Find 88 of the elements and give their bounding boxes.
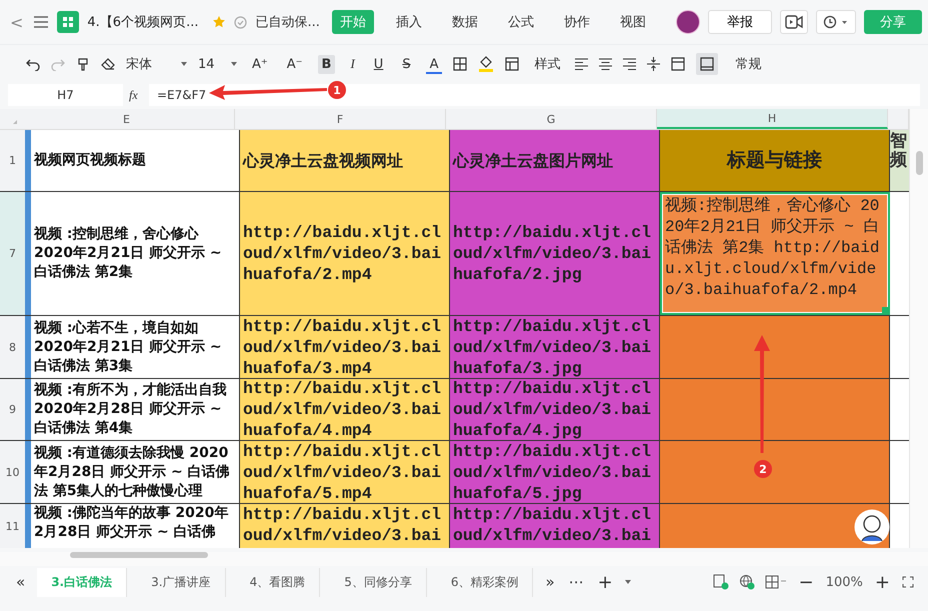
- border-icon[interactable]: [453, 57, 468, 71]
- grid-view-icon[interactable]: [764, 575, 787, 589]
- table-cell-text: 视频 :控制思维，舍心修心 2020年2月21日 师父开示 ~ 白话佛法 第2集: [34, 225, 223, 282]
- row-header[interactable]: 11: [0, 504, 25, 548]
- video-button[interactable]: [780, 10, 808, 34]
- style-dropdown[interactable]: 样式: [530, 53, 564, 75]
- menu-tab[interactable]: 插入: [388, 10, 430, 34]
- previous-sheet-button[interactable]: «: [14, 573, 28, 591]
- wrap-text-icon[interactable]: [696, 53, 718, 75]
- function-button[interactable]: fx: [129, 88, 143, 102]
- vertical-align-icon[interactable]: [647, 57, 660, 71]
- document-title[interactable]: 4.【6个视频网页...: [87, 13, 198, 31]
- table-cell-text: http://baidu.xljt.cloud/xlfm/video/3.bai: [243, 504, 442, 546]
- row-header[interactable]: 1: [0, 130, 25, 191]
- column-title-cell: 心灵净土云盘视频网址: [243, 150, 403, 171]
- row-header[interactable]: 7: [0, 192, 25, 315]
- fill-bucket-icon[interactable]: [478, 56, 494, 72]
- fullscreen-icon[interactable]: [902, 576, 914, 588]
- fill-handle[interactable]: [882, 307, 888, 313]
- table-cell-text: http://baidu.xljt.cloud/xlfm/video/3.baihuafofa/2.jpg: [453, 222, 652, 285]
- row-header[interactable]: 10: [0, 441, 25, 503]
- row-header[interactable]: 8: [0, 316, 25, 378]
- scrollbar-thumb[interactable]: [916, 151, 922, 175]
- decrease-font-button[interactable]: A⁻: [282, 54, 307, 74]
- sheet-tab[interactable]: 3.广播讲座: [137, 568, 226, 596]
- column-header[interactable]: E: [19, 109, 236, 129]
- table-style-icon[interactable]: [505, 57, 520, 71]
- bold-button[interactable]: B: [318, 54, 336, 74]
- column-header[interactable]: F: [235, 109, 446, 129]
- menu-tab[interactable]: 数据: [444, 10, 486, 34]
- caret-icon[interactable]: [624, 580, 631, 584]
- report-button[interactable]: 举报: [708, 10, 772, 34]
- strikethrough-button[interactable]: S: [398, 54, 415, 74]
- format-painter-icon[interactable]: [76, 57, 90, 71]
- column-title-cell: 视频网页视频标题: [34, 151, 146, 170]
- table-cell-text: 视频 :有所不为，才能活出自我 2020年2月28日 师父开示 ~ 白话佛法 第4集: [34, 381, 228, 438]
- table-cell-text: 视频 :有道德须去除我慢 2020年2月28日 师父开示 ~ 白话佛法 第5集人的七种傲慢心理: [34, 444, 231, 500]
- add-sheet-button[interactable]: +: [596, 572, 615, 592]
- avatar[interactable]: [676, 10, 700, 34]
- font-dropdown[interactable]: 宋体: [126, 55, 170, 73]
- font-color-button[interactable]: A: [426, 54, 442, 74]
- zoom-level[interactable]: 100%: [826, 574, 863, 590]
- merge-cells-icon[interactable]: [671, 57, 686, 71]
- number-format-dropdown[interactable]: 常规: [735, 55, 796, 73]
- history-button[interactable]: [816, 10, 856, 34]
- scrollbar-thumb[interactable]: [70, 552, 208, 558]
- caret-icon[interactable]: [231, 62, 237, 66]
- align-right-icon[interactable]: [623, 58, 636, 70]
- next-sheet-button[interactable]: »: [543, 573, 557, 591]
- font-size-dropdown[interactable]: 14: [198, 56, 220, 72]
- underline-button[interactable]: U: [370, 54, 388, 74]
- table-cell-text: http://baidu.xljt.cloud/xlfm/video/3.bai: [453, 504, 652, 546]
- sheet-tab[interactable]: 5、同修分享: [330, 568, 427, 596]
- zoom-out-button[interactable]: −: [796, 572, 816, 592]
- menu-tab[interactable]: 公式: [500, 10, 542, 34]
- check-circle-icon: [234, 16, 248, 28]
- document-check-icon[interactable]: [712, 574, 729, 590]
- save-status: 已自动保...: [255, 14, 320, 31]
- zoom-in-button[interactable]: +: [872, 572, 892, 592]
- globe-check-icon[interactable]: [738, 574, 755, 590]
- column-title-cell: 心灵净土云盘图片网址: [453, 150, 613, 171]
- menu-icon[interactable]: [33, 15, 50, 29]
- align-center-icon[interactable]: [599, 58, 612, 70]
- table-cell-text: 视频:控制思维，舍心修心 2020年2月21日 师父开示 ~ 白话佛法 第2集 http://baidu.xljt.cloud/xlfm/video/3.baihuafofa/2.mp4: [665, 196, 880, 301]
- video-camera-icon: [784, 15, 803, 29]
- clock-icon: [822, 15, 849, 29]
- table-cell-text: http://baidu.xljt.cloud/xlfm/video/3.baihuafofa/2.mp4: [243, 222, 442, 285]
- row-header[interactable]: 9: [0, 379, 25, 440]
- spreadsheet-logo-icon: [57, 11, 80, 33]
- table-cell-text: 视频 :心若不生，境自如如 2020年2月21日 师父开示 ~ 白话佛法 第3集: [34, 318, 223, 376]
- menu-tab[interactable]: 视图: [612, 10, 654, 34]
- table-cell-text: 视频 :佛陀当年的故事 2020年2月28日 师父开示 ~ 白话佛: [34, 504, 230, 542]
- cell-name-box[interactable]: H7: [8, 84, 123, 106]
- undo-icon[interactable]: [26, 57, 40, 71]
- caret-icon[interactable]: [181, 62, 187, 66]
- italic-button[interactable]: I: [346, 54, 359, 74]
- menu-tab[interactable]: 协作: [556, 10, 598, 34]
- align-left-icon[interactable]: [575, 58, 588, 70]
- star-icon[interactable]: [212, 15, 226, 29]
- sheet-tab[interactable]: 4、看图腾: [236, 568, 320, 596]
- more-button[interactable]: ⋯: [566, 573, 586, 591]
- sheet-tab[interactable]: 6、精彩案例: [436, 568, 534, 596]
- increase-font-button[interactable]: A⁺: [248, 54, 272, 74]
- assistant-icon[interactable]: [854, 509, 890, 545]
- column-header[interactable]: H: [657, 109, 888, 129]
- column-title-cell: 标题与链接: [727, 150, 822, 171]
- eraser-icon[interactable]: [101, 57, 115, 71]
- column-title-cell: 智频: [890, 132, 907, 170]
